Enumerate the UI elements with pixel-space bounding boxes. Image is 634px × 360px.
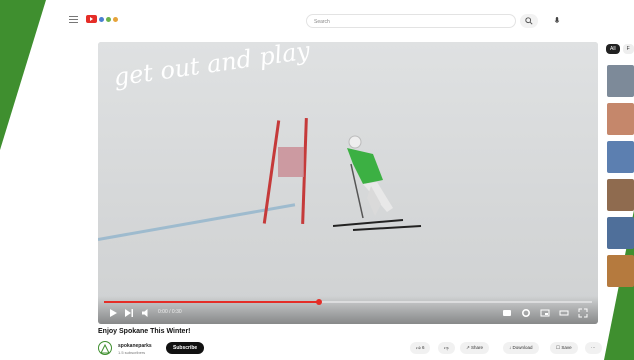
theater-mode-icon[interactable] (559, 308, 569, 318)
fullscreen-icon[interactable] (578, 308, 588, 318)
channel-name[interactable]: spokaneparks (118, 343, 152, 349)
decorative-green-stripe-left (0, 0, 46, 150)
chip-second[interactable]: F (622, 44, 634, 54)
related-thumbnail[interactable] (607, 217, 634, 249)
channel-logo-icon (100, 343, 110, 354)
like-button[interactable]: 👍︎ 6 (410, 342, 431, 354)
time-display: 0:00 / 0:30 (158, 309, 182, 315)
channel-row: spokaneparks 1.5 subscribers Subscribe 👍… (98, 341, 602, 357)
top-bar: Search (0, 0, 634, 40)
logo-dot-blue (99, 16, 104, 22)
subtitles-icon[interactable] (502, 308, 512, 318)
miniplayer-icon[interactable] (540, 308, 550, 318)
save-icon: ☐ (556, 345, 561, 350)
channel-avatar[interactable] (98, 341, 112, 355)
search-icon (525, 17, 533, 25)
related-thumbnail[interactable] (607, 103, 634, 135)
more-button[interactable]: ··· (585, 342, 602, 354)
save-button[interactable]: ☐ Save (550, 342, 578, 354)
play-icon[interactable] (108, 308, 118, 318)
related-videos (607, 65, 634, 293)
related-thumbnail[interactable] (607, 255, 634, 287)
progress-fill (104, 301, 319, 303)
thumbs-down-icon: 👎︎ (444, 345, 449, 350)
like-count: 6 (421, 345, 425, 350)
sidebar-filter-chips: All F (606, 44, 634, 54)
download-label: Download (512, 345, 533, 350)
search-button[interactable] (520, 14, 538, 28)
thumbs-up-icon: 👍︎ (416, 345, 421, 350)
video-player[interactable]: get out and play 0:00 / 0:30 (98, 42, 598, 324)
download-icon: ↓ (509, 345, 512, 350)
mic-button[interactable] (549, 14, 563, 28)
settings-icon[interactable] (521, 308, 531, 318)
subscribe-button[interactable]: Subscribe (166, 342, 205, 354)
video-title: Enjoy Spokane This Winter! (98, 328, 191, 335)
player-controls: 0:00 / 0:30 (98, 296, 598, 324)
progress-bar[interactable] (104, 299, 592, 305)
save-label: Save (561, 345, 572, 350)
related-thumbnail[interactable] (607, 179, 634, 211)
next-icon[interactable] (124, 308, 134, 318)
share-button[interactable]: ↗ Share (460, 342, 490, 354)
related-thumbnail[interactable] (607, 141, 634, 173)
share-label: Share (471, 345, 484, 350)
logo-dot-green (106, 16, 111, 22)
logo-dot-orange (113, 16, 118, 22)
progress-scrubber[interactable] (315, 299, 322, 305)
related-thumbnail[interactable] (607, 65, 634, 97)
skier-figure (333, 135, 422, 231)
youtube-play-icon (86, 15, 97, 23)
download-button[interactable]: ↓ Download (503, 342, 539, 354)
menu-icon[interactable] (69, 16, 78, 24)
search-input[interactable]: Search (306, 14, 516, 28)
dislike-button[interactable]: 👎︎ (438, 342, 455, 354)
youtube-logo[interactable] (86, 14, 118, 24)
gate-flag (278, 147, 304, 177)
chip-all[interactable]: All (606, 44, 620, 54)
mic-icon (554, 17, 560, 23)
share-icon: ↗ (466, 345, 470, 350)
subscriber-count: 1.5 subscribers (118, 350, 146, 355)
volume-icon[interactable] (141, 308, 151, 318)
